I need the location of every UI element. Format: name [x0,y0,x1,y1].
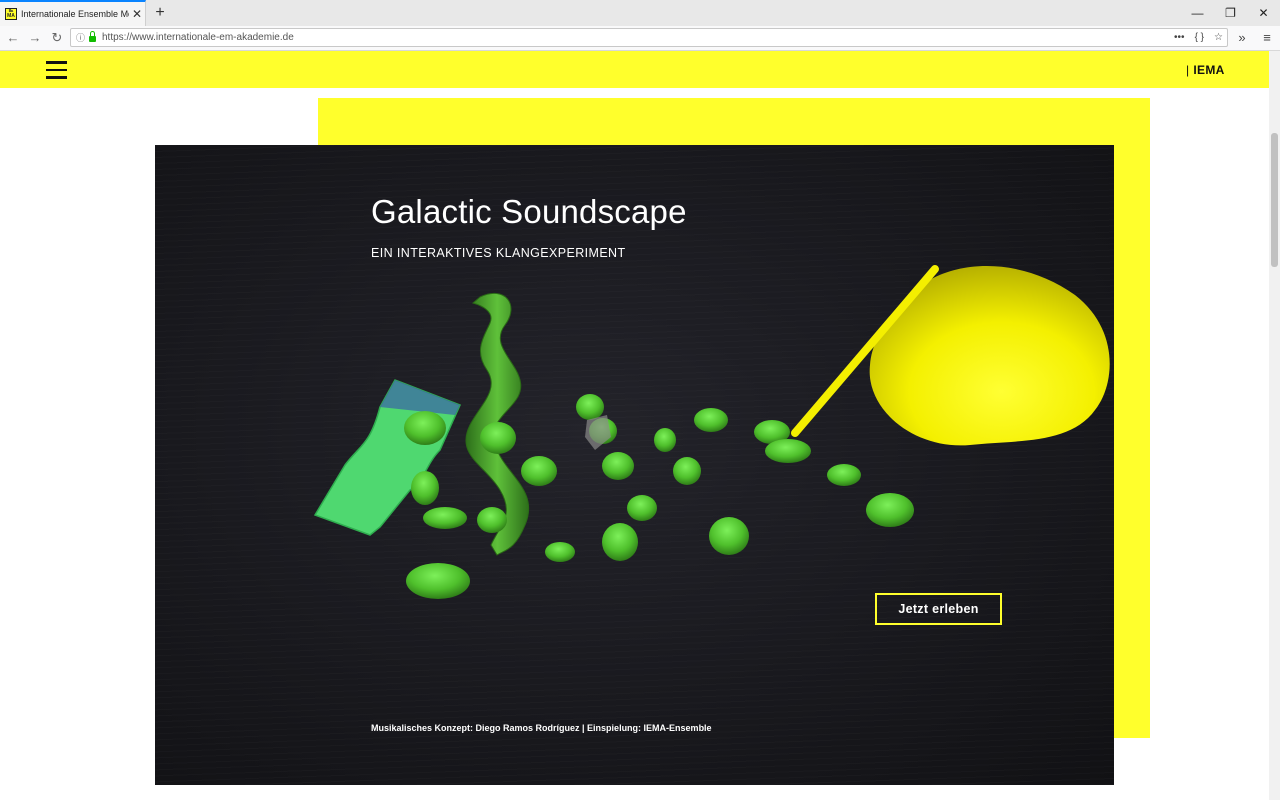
green-blob [827,464,861,486]
green-blob [406,563,470,599]
hero-teaser: Galactic Soundscape EIN INTERAKTIVES KLA… [155,145,1114,785]
brand-name: IEMA [1193,63,1225,77]
yellow-blob-shape [869,266,1110,446]
hero-credits: Musikalisches Konzept: Diego Ramos Rodrí… [371,723,712,733]
green-blob [480,422,516,454]
site-favicon-icon: IE MA [5,8,17,20]
forward-button[interactable]: → [25,28,45,48]
site-header: | IEMA [0,51,1269,88]
restore-button[interactable]: ❐ [1214,0,1247,26]
window-controls: — ❐ ✕ [1181,0,1280,26]
scrollbar-thumb[interactable] [1271,133,1278,267]
bookmark-star-icon[interactable]: ☆ [1214,32,1223,43]
green-blob [765,439,811,463]
green-blob [576,394,604,420]
page-viewport: | IEMA Galactic Soundscape EIN INTERAKTI… [0,51,1269,800]
address-bar[interactable]: ⓘ https://www.internationale-em-akademie… [70,28,1228,47]
close-window-button[interactable]: ✕ [1247,0,1280,26]
tab-title: Internationale Ensemble Mode [21,9,129,19]
green-blob [673,457,701,485]
green-blob [694,408,728,432]
green-blob [545,542,575,562]
green-blob [602,523,638,561]
hero-title: Galactic Soundscape [371,193,687,230]
url-text[interactable]: https://www.internationale-em-akademie.d… [102,32,294,43]
browser-tab-bar: IE MA Internationale Ensemble Mode ✕ + —… [0,0,1280,27]
green-blob [521,456,557,486]
minimize-button[interactable]: — [1181,0,1214,26]
green-blob [477,507,507,533]
hamburger-menu-icon[interactable] [46,61,67,79]
back-button[interactable]: ← [3,28,23,48]
reload-button[interactable]: ↻ [47,28,67,48]
site-brand[interactable]: | IEMA [1186,63,1225,77]
green-blob [627,495,657,521]
jetzt-erleben-button[interactable]: Jetzt erleben [875,593,1002,625]
new-tab-button[interactable]: + [150,3,170,23]
page-actions-icon[interactable]: ••• [1174,32,1185,43]
browser-menu-icon[interactable]: ≡ [1259,28,1275,48]
info-icon[interactable]: ⓘ [76,31,86,44]
green-blob [404,411,446,445]
url-actions: ••• { } ☆ [1174,29,1223,46]
green-blob [709,517,749,555]
browser-tab[interactable]: IE MA Internationale Ensemble Mode ✕ [0,0,146,26]
browser-nav-bar: ← → ↻ ⓘ https://www.internationale-em-ak… [0,26,1280,51]
toolbar-overflow-icon[interactable]: » [1235,28,1249,48]
reader-icon[interactable]: { } [1195,32,1204,43]
tab-close-icon[interactable]: ✕ [131,7,143,21]
green-blob [654,428,676,452]
green-blob [423,507,467,529]
green-blob [602,452,634,480]
green-blob [866,493,914,527]
hero-subtitle: EIN INTERAKTIVES KLANGEXPERIMENT [371,246,626,260]
brand-separator: | [1186,63,1190,77]
hero-3d-artwork [313,265,1110,599]
lock-icon [89,31,96,42]
grey-fragment-shape [585,415,611,450]
page-scrollbar[interactable] [1269,51,1280,800]
green-blob [411,471,439,505]
